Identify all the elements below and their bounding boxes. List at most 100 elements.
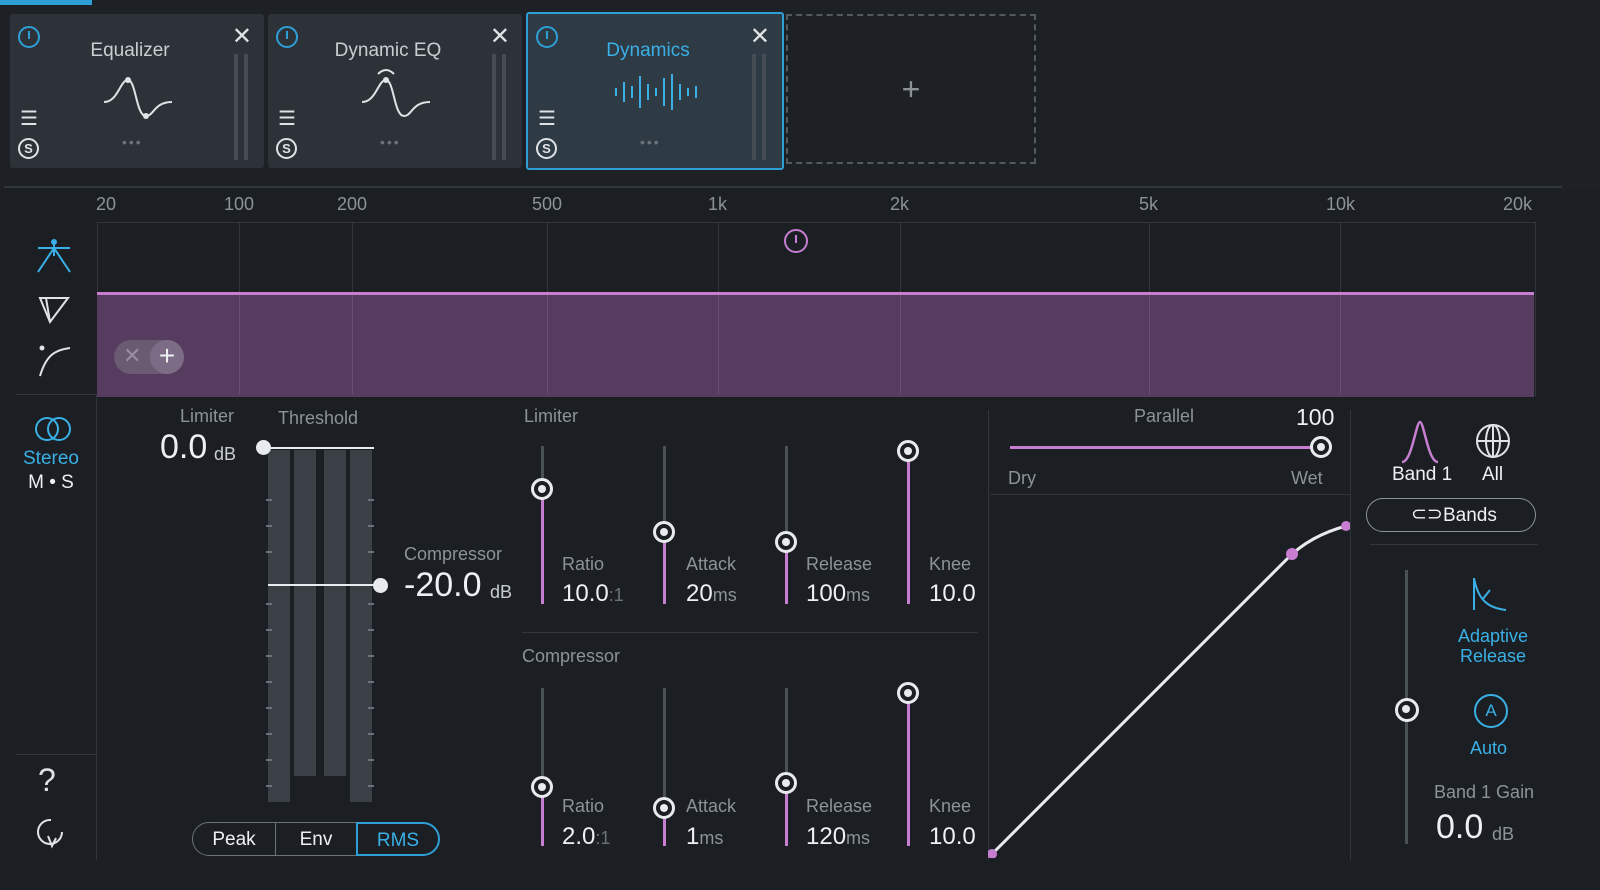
meter <box>492 54 496 160</box>
divider <box>16 754 96 755</box>
compressor-ratio-value[interactable]: 2.0:1 <box>562 823 610 851</box>
band-gain-knob[interactable] <box>1395 698 1419 722</box>
drag-handle-icon[interactable]: ••• <box>122 134 143 150</box>
compressor-section-label: Compressor <box>522 646 621 666</box>
close-icon[interactable]: ✕ <box>750 22 770 51</box>
compressor-threshold-line <box>268 584 378 586</box>
band-power-icon[interactable] <box>783 228 809 254</box>
wet-label: Wet <box>1291 468 1323 488</box>
meter-scale <box>266 499 374 787</box>
adaptive-release-icon[interactable] <box>1470 574 1510 614</box>
module-equalizer[interactable]: ✕ Equalizer ☰ S ••• <box>10 14 264 168</box>
limiter-knee-value[interactable]: 10.0 <box>929 580 976 608</box>
band-gain-label: Band 1 Gain <box>1434 782 1535 802</box>
divider <box>1370 544 1538 545</box>
limiter-threshold-handle[interactable] <box>256 440 271 455</box>
stereo-label[interactable]: Stereo <box>10 448 92 470</box>
limiter-threshold-line <box>264 447 374 449</box>
auto-icon[interactable]: A <box>1474 694 1508 728</box>
solo-icon[interactable]: S <box>18 138 39 159</box>
limiter-release-label: Release <box>806 554 873 574</box>
limiter-release-knob[interactable] <box>775 531 797 553</box>
meter <box>244 54 248 160</box>
adaptive-release-line2[interactable]: Release <box>1440 646 1546 667</box>
divider <box>990 494 1350 495</box>
solo-icon[interactable]: S <box>536 138 557 159</box>
limiter-attack-knob[interactable] <box>653 521 675 543</box>
list-icon[interactable]: ☰ <box>278 106 296 131</box>
parallel-value[interactable]: 100 <box>1296 404 1334 431</box>
link-icon: ⊂⊃ <box>1411 504 1443 525</box>
band-add-remove: ✕ + <box>114 340 184 374</box>
peak-mode-button[interactable]: Peak <box>192 822 276 856</box>
compressor-attack-value[interactable]: 1ms <box>686 823 723 851</box>
band-1-label[interactable]: Band 1 <box>1392 464 1452 486</box>
band-region[interactable] <box>97 292 1534 397</box>
bands-button[interactable]: ⊂⊃ Bands <box>1366 498 1536 532</box>
compressor-attack-knob[interactable] <box>653 797 675 819</box>
solo-icon[interactable]: S <box>276 138 297 159</box>
module-dynamic-eq[interactable]: ✕ Dynamic EQ ☰ S ••• <box>268 14 522 168</box>
drag-handle-icon[interactable]: ••• <box>380 134 401 150</box>
help-icon[interactable]: ? <box>38 762 56 799</box>
band-gain-unit: dB <box>1492 824 1515 844</box>
threshold-label: Threshold <box>278 408 359 428</box>
compressor-knee-value[interactable]: 10.0 <box>929 823 976 851</box>
band-tool-icon[interactable] <box>34 236 74 276</box>
limiter-threshold-label: Limiter <box>180 406 235 426</box>
mid-side-label[interactable]: M • S <box>10 472 92 494</box>
rms-mode-button[interactable]: RMS <box>356 822 440 856</box>
remove-band-icon[interactable]: ✕ <box>123 343 141 369</box>
drag-handle-icon[interactable]: ••• <box>640 134 661 150</box>
close-icon[interactable]: ✕ <box>490 22 510 51</box>
freq-label: 1k <box>708 194 728 214</box>
compressor-release-label: Release <box>806 796 873 816</box>
limiter-ratio-knob[interactable] <box>531 478 553 500</box>
auto-label[interactable]: Auto <box>1470 738 1507 759</box>
freq-label: 5k <box>1139 194 1159 214</box>
limiter-knee-knob[interactable] <box>897 440 919 462</box>
compressor-threshold-handle[interactable] <box>373 578 388 593</box>
add-module-slot[interactable]: + <box>786 14 1036 164</box>
env-mode-button[interactable]: Env <box>275 822 357 856</box>
limiter-knee-label: Knee <box>929 554 972 574</box>
freq-label: 2k <box>890 194 910 214</box>
meter <box>762 54 766 160</box>
module-dynamics[interactable]: ✕ Dynamics ☰ S ••• <box>526 12 784 170</box>
gridline <box>239 295 240 394</box>
close-icon[interactable]: ✕ <box>232 22 252 51</box>
plus-icon: + <box>901 71 921 107</box>
history-icon[interactable] <box>34 814 68 850</box>
compressor-threshold-unit: dB <box>490 582 513 602</box>
compressor-release-knob[interactable] <box>775 772 797 794</box>
limiter-attack-value[interactable]: 20ms <box>686 580 737 608</box>
gridline <box>547 295 548 394</box>
stereo-icon[interactable] <box>34 414 72 444</box>
freq-label: 200 <box>337 194 368 214</box>
filter-tool-icon[interactable] <box>36 294 72 326</box>
compressor-threshold-value[interactable]: -20.0 <box>404 566 482 605</box>
all-bands-label[interactable]: All <box>1482 464 1503 486</box>
band-gain-value[interactable]: 0.0 <box>1436 808 1483 847</box>
band-shape-icon[interactable] <box>1400 420 1440 464</box>
add-band-icon[interactable]: + <box>150 340 184 374</box>
list-icon[interactable]: ☰ <box>538 106 556 131</box>
meter <box>752 54 756 160</box>
globe-icon[interactable] <box>1474 422 1512 460</box>
module-name: Dynamics <box>606 40 690 61</box>
transfer-curve[interactable] <box>988 496 1350 858</box>
gridline <box>1340 295 1341 394</box>
compressor-release-value[interactable]: 120ms <box>806 823 870 851</box>
divider <box>16 394 96 395</box>
curve-tool-icon[interactable] <box>36 342 74 378</box>
parallel-slider-knob[interactable] <box>1310 436 1332 458</box>
adaptive-release-line1[interactable]: Adaptive <box>1440 626 1546 647</box>
limiter-threshold-unit: dB <box>214 444 237 464</box>
limiter-threshold-value[interactable]: 0.0 <box>160 428 207 467</box>
compressor-ratio-knob[interactable] <box>531 776 553 798</box>
list-icon[interactable]: ☰ <box>20 106 38 131</box>
limiter-release-value[interactable]: 100ms <box>806 580 870 608</box>
compressor-knee-label: Knee <box>929 796 972 816</box>
compressor-knee-knob[interactable] <box>897 682 919 704</box>
limiter-ratio-value[interactable]: 10.0:1 <box>562 580 624 608</box>
